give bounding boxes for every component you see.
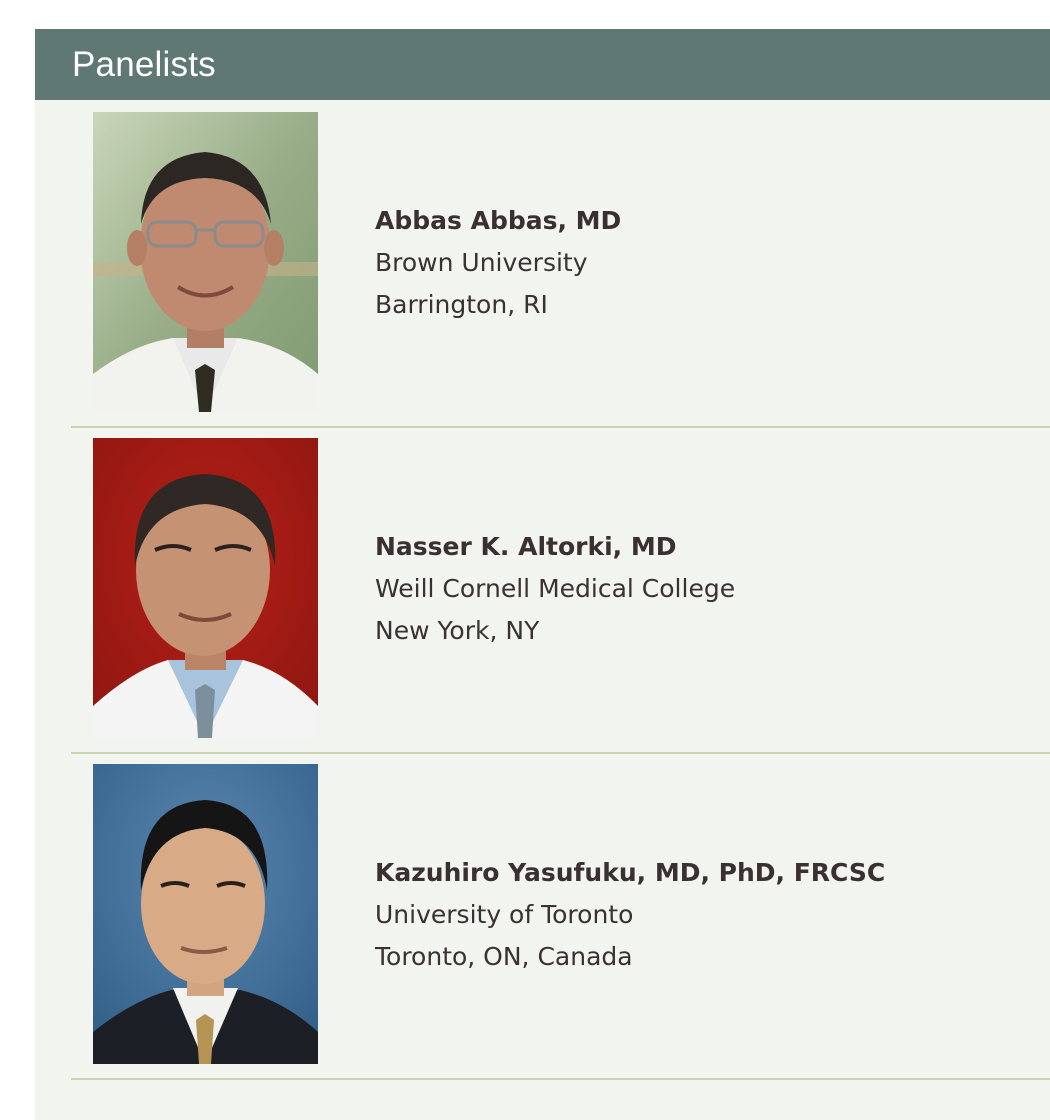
panelist-info: Kazuhiro Yasufuku, MD, PhD, FRCSC Univer…: [375, 752, 885, 1078]
panelist-info: Abbas Abbas, MD Brown University Barring…: [375, 100, 621, 426]
panelist-institution: Weill Cornell Medical College: [375, 574, 736, 603]
headshot-photo-icon: [93, 438, 318, 738]
panelist-card: Kazuhiro Yasufuku, MD, PhD, FRCSC Univer…: [71, 752, 1050, 1080]
panelists-panel: Panelists Abbas Abbas, MD Brown Universi…: [35, 29, 1050, 1120]
headshot-photo-icon: [93, 112, 318, 412]
panelist-institution: Brown University: [375, 248, 588, 277]
panelist-location: Toronto, ON, Canada: [375, 942, 633, 971]
panelist-photo: [93, 112, 318, 412]
panelist-photo: [93, 764, 318, 1064]
panelist-name: Nasser K. Altorki, MD: [375, 532, 677, 561]
panelist-photo: [93, 438, 318, 738]
panelist-name: Kazuhiro Yasufuku, MD, PhD, FRCSC: [375, 858, 886, 887]
panelist-location: New York, NY: [375, 616, 540, 645]
panelist-name: Abbas Abbas, MD: [375, 206, 622, 235]
panelist-institution: University of Toronto: [375, 900, 634, 929]
panelist-info: Nasser K. Altorki, MD Weill Cornell Medi…: [375, 426, 735, 752]
panelist-card: Abbas Abbas, MD Brown University Barring…: [71, 100, 1050, 428]
panel-title: Panelists: [72, 44, 216, 84]
panelist-location: Barrington, RI: [375, 290, 548, 319]
panelist-card: Nasser K. Altorki, MD Weill Cornell Medi…: [71, 426, 1050, 754]
headshot-photo-icon: [93, 764, 318, 1064]
panel-header: Panelists: [35, 29, 1050, 100]
